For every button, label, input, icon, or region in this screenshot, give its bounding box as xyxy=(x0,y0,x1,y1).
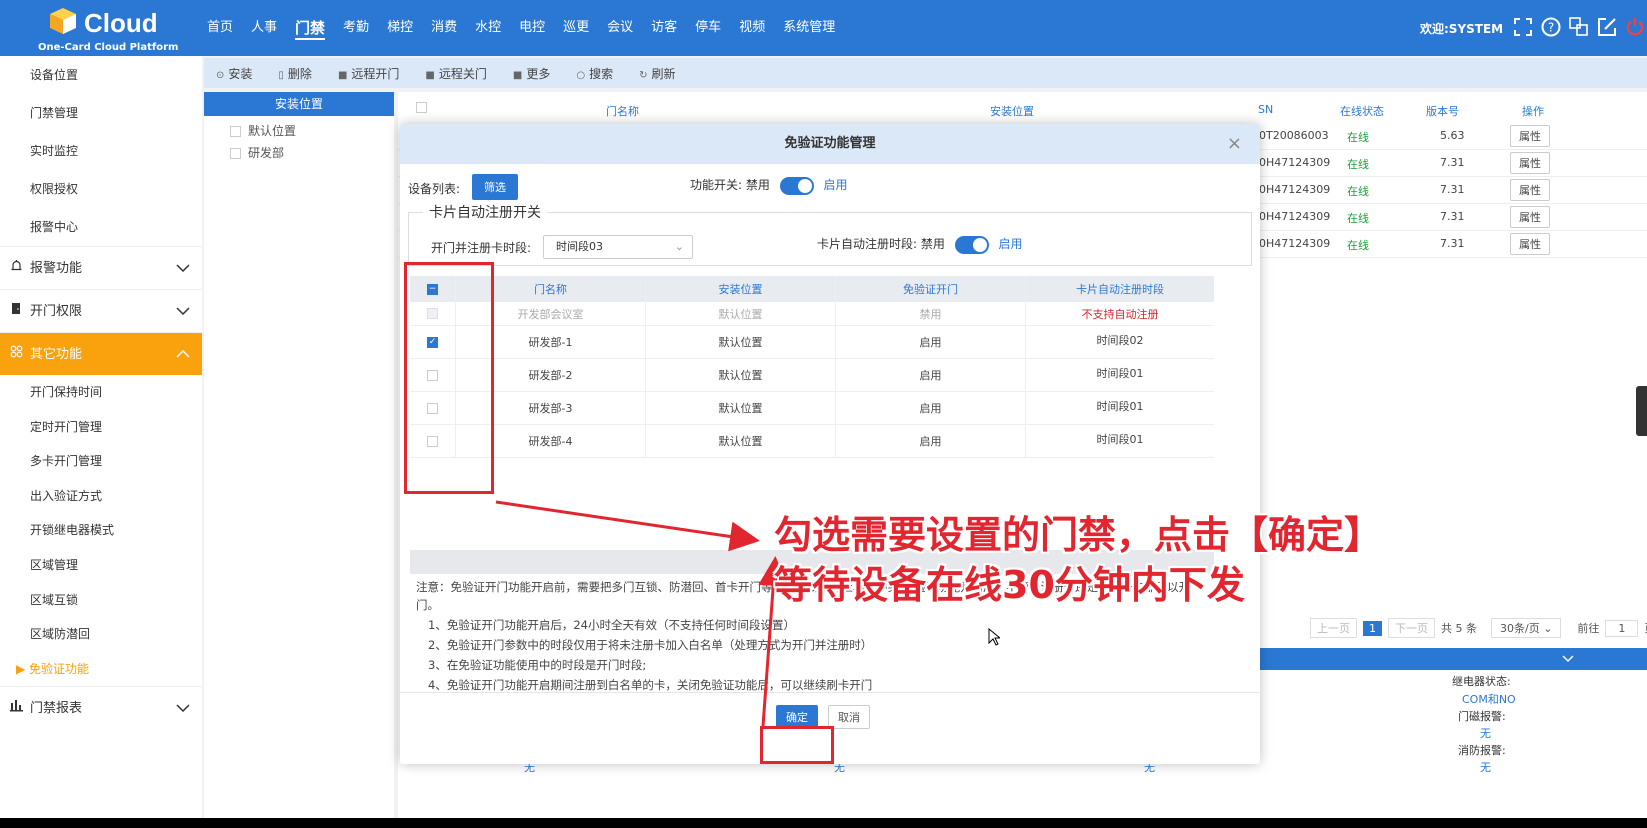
mouse-cursor-icon xyxy=(988,628,1000,646)
annotation-arrows xyxy=(495,500,789,727)
arrow-to-checkboxes xyxy=(495,500,760,552)
annotation-caption: 勾选需要设置的门禁，点击【确定】 等待设备在线30分钟内下发 xyxy=(774,510,1382,610)
annotation-line: 等待设备在线30分钟内下发 xyxy=(774,563,1245,607)
side-scroll-handle[interactable] xyxy=(1636,386,1647,436)
annotation-line: 勾选需要设置的门禁，点击【确定】 xyxy=(774,513,1383,557)
app-window: Cloud One-Card Cloud Platform 首页 人事 门禁 考勤 梯控… xyxy=(0,0,1647,818)
